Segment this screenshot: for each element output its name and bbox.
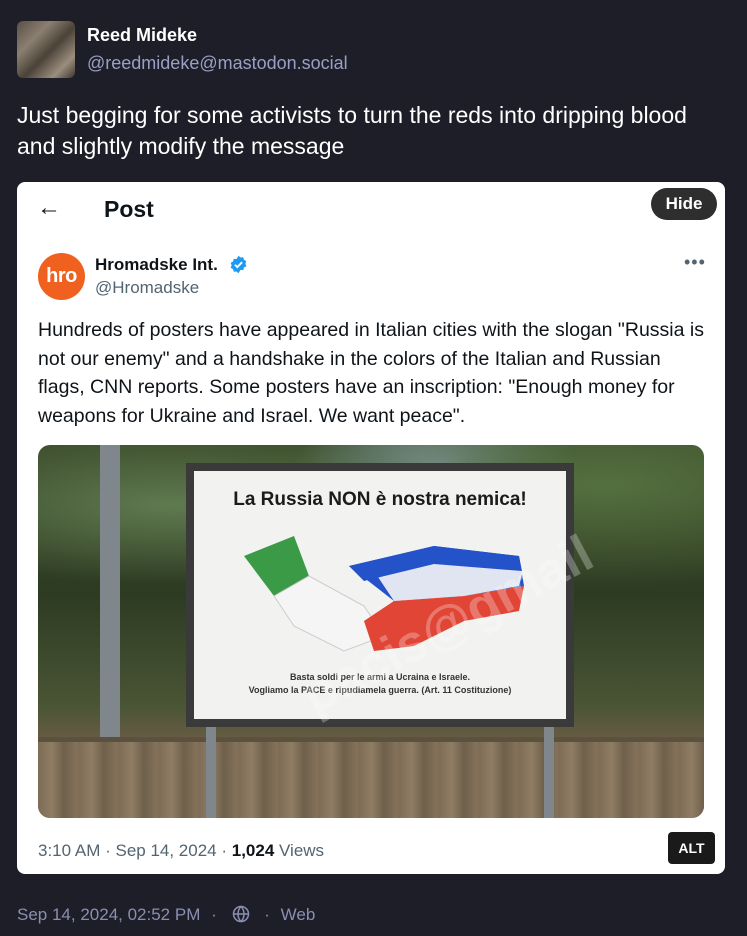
footer-separator: · xyxy=(264,905,270,924)
verified-badge-icon xyxy=(230,255,247,274)
tweet-avatar[interactable]: hro xyxy=(38,253,85,300)
author-avatar[interactable] xyxy=(17,21,75,78)
tweet-author-handle[interactable]: @Hromadske xyxy=(95,278,199,298)
author-name[interactable]: Reed Mideke xyxy=(87,25,197,46)
more-options-icon[interactable]: ••• xyxy=(684,252,706,273)
globe-icon xyxy=(232,905,249,923)
status-footer: Sep 14, 2024, 02:52 PM · · Web xyxy=(17,905,315,925)
author-handle[interactable]: @reedmideke@mastodon.social xyxy=(87,53,348,74)
tweet-views-count: 1,024 xyxy=(231,841,275,860)
status-client: Web xyxy=(280,905,316,924)
embedded-post-card[interactable]: ← Post Hide hro Hromadske Int. @Hromadsk… xyxy=(17,182,725,874)
post-header-title: Post xyxy=(104,196,154,222)
alt-text-button[interactable]: ALT xyxy=(668,832,715,864)
tweet-time: 3:10 AM · Sep 14, 2024 · xyxy=(38,841,232,860)
photo-stone-wall xyxy=(38,742,704,818)
poster-slogan: La Russia NON è nostra nemica! xyxy=(233,489,527,510)
tweet-photo[interactable]: La Russia NON è nostra nemica! Basta sol… xyxy=(38,445,704,818)
footer-separator: · xyxy=(211,905,217,924)
tweet-author-name[interactable]: Hromadske Int. xyxy=(95,255,218,275)
hide-button[interactable]: Hide xyxy=(651,188,717,220)
poster-leg-left xyxy=(206,727,216,818)
status-date[interactable]: Sep 14, 2024, 02:52 PM xyxy=(17,905,200,924)
tweet-views-label: Views xyxy=(274,841,325,860)
tweet-meta: 3:10 AM · Sep 14, 2024 · 1,024 Views xyxy=(38,841,324,861)
arrow-left-icon[interactable]: ← xyxy=(37,194,61,222)
status-text: Just begging for some activists to turn … xyxy=(17,102,687,159)
poster-leg-right xyxy=(544,727,554,818)
tweet-text: Hundreds of posters have appeared in Ita… xyxy=(38,319,704,427)
